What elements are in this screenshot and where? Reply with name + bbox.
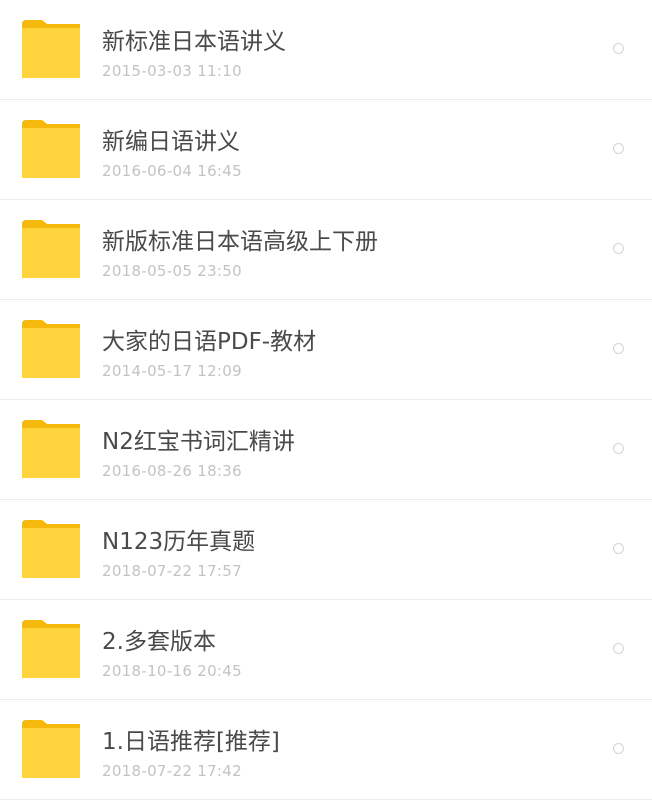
folder-icon [22,620,80,678]
select-radio[interactable] [613,443,624,454]
folder-name: N123历年真题 [102,529,256,555]
folder-row[interactable]: N2红宝书词汇精讲 2016-08-26 18:36 [0,400,652,500]
folder-date: 2018-07-22 17:42 [102,762,242,780]
folder-icon [22,720,80,778]
select-radio[interactable] [613,143,624,154]
folder-row[interactable]: N123历年真题 2018-07-22 17:57 [0,500,652,600]
folder-icon [22,120,80,178]
folder-icon [22,220,80,278]
folder-name: N2红宝书词汇精讲 [102,429,295,455]
folder-row[interactable]: 新标准日本语讲义 2015-03-03 11:10 [0,0,652,100]
folder-date: 2018-05-05 23:50 [102,262,242,280]
folder-date: 2018-07-22 17:57 [102,562,242,580]
folder-date: 2018-10-16 20:45 [102,662,242,680]
folder-icon [22,20,80,78]
folder-row[interactable]: 2.多套版本 2018-10-16 20:45 [0,600,652,700]
folder-icon [22,420,80,478]
folder-list: 新标准日本语讲义 2015-03-03 11:10 新编日语讲义 2016-06… [0,0,652,800]
folder-icon [22,520,80,578]
folder-row[interactable]: 新版标准日本语高级上下册 2018-05-05 23:50 [0,200,652,300]
folder-name: 新版标准日本语高级上下册 [102,229,378,255]
select-radio[interactable] [613,543,624,554]
folder-name: 新编日语讲义 [102,129,240,155]
folder-row[interactable]: 大家的日语PDF-教材 2014-05-17 12:09 [0,300,652,400]
folder-row[interactable]: 新编日语讲义 2016-06-04 16:45 [0,100,652,200]
select-radio[interactable] [613,643,624,654]
select-radio[interactable] [613,743,624,754]
folder-date: 2016-06-04 16:45 [102,162,242,180]
folder-row[interactable]: 1.日语推荐[推荐] 2018-07-22 17:42 [0,700,652,800]
folder-icon [22,320,80,378]
select-radio[interactable] [613,243,624,254]
folder-name: 2.多套版本 [102,629,216,655]
select-radio[interactable] [613,43,624,54]
folder-date: 2015-03-03 11:10 [102,62,242,80]
folder-name: 大家的日语PDF-教材 [102,329,317,355]
folder-name: 1.日语推荐[推荐] [102,729,280,755]
folder-date: 2016-08-26 18:36 [102,462,242,480]
select-radio[interactable] [613,343,624,354]
folder-name: 新标准日本语讲义 [102,29,286,55]
folder-date: 2014-05-17 12:09 [102,362,242,380]
